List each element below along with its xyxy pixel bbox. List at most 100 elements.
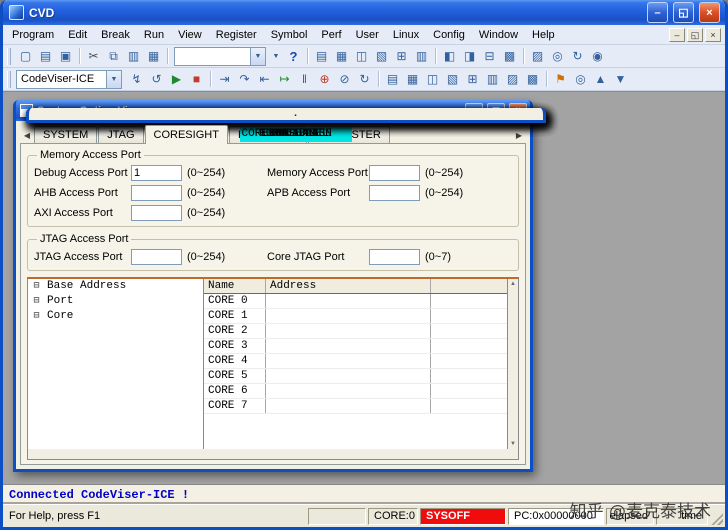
symbol-window-icon[interactable]: ⊞ [463,70,482,89]
target-icon[interactable]: ◎ [571,70,590,89]
connect-icon[interactable]: ↯ [127,70,146,89]
split-window-icon[interactable]: ⊟ [480,47,499,66]
open-folder-icon[interactable]: ▤ [36,47,55,66]
table-row[interactable]: CORE 4 [204,354,507,369]
table-row[interactable]: CORE 7 [204,399,507,414]
restore-button[interactable]: ◱ [673,2,694,23]
memory-access-port-input[interactable] [369,165,420,181]
close-button[interactable]: × [699,2,720,23]
table-row[interactable]: CORE 1 [204,309,507,324]
tree-section-base-address[interactable]: ⊟ Base Address [28,279,203,294]
help-icon[interactable]: ? [284,47,303,66]
go-icon[interactable]: ▶ [167,70,186,89]
cascade-windows-icon[interactable]: ◧ [440,47,459,66]
breakpoint-set-icon[interactable]: ⊕ [315,70,334,89]
stop-icon[interactable]: ■ [187,70,206,89]
step-out-icon[interactable]: ⇤ [255,70,274,89]
options-icon[interactable]: ▨ [528,47,547,66]
tab-scroll-left-icon[interactable] [20,128,34,143]
menu-item[interactable]: Help [525,25,562,44]
paste-icon[interactable]: ▥ [124,47,143,66]
register-view-icon[interactable]: ◫ [352,47,371,66]
code-window-icon[interactable]: ▤ [383,70,402,89]
register-window-icon[interactable]: ◫ [423,70,442,89]
menu-item[interactable]: Linux [386,25,426,44]
column-header-name[interactable]: Name [204,279,266,293]
table-row[interactable]: CORE 6 [204,384,507,399]
chevron-down-icon[interactable] [106,70,121,88]
tab-coresight[interactable]: CORESIGHT [144,125,228,144]
dump-window-icon[interactable]: ▦ [403,70,422,89]
collapse-icon[interactable]: ⊟ [31,309,42,324]
refresh-icon[interactable]: ↻ [568,47,587,66]
menu-item[interactable]: User [349,25,386,44]
menu-item[interactable]: View [171,25,209,44]
ahb-access-port-input[interactable] [131,185,182,201]
watch-window-icon[interactable]: ▧ [443,70,462,89]
symbol-view-icon[interactable]: ⊞ [392,47,411,66]
breakpoint-clear-icon[interactable]: ⊘ [335,70,354,89]
save-icon[interactable]: ▣ [56,47,75,66]
debug-access-port-input[interactable] [131,165,182,181]
resize-grip[interactable] [710,512,723,525]
menu-item[interactable]: Symbol [264,25,315,44]
dropdown-arrow-icon[interactable] [269,47,283,66]
tab-jtag[interactable]: JTAG [98,126,144,143]
tab-scroll-right-icon[interactable] [512,128,526,143]
mdi-close-button[interactable]: × [705,27,721,42]
down-icon[interactable]: ▼ [611,70,630,89]
mdi-restore-button[interactable]: ◱ [687,27,703,42]
vertical-scrollbar[interactable] [507,279,518,449]
memory-view-icon[interactable]: ▦ [332,47,351,66]
collapse-icon[interactable]: ⊟ [31,294,42,309]
title-bar[interactable]: CVD – ◱ × [3,0,725,25]
print-icon[interactable]: ▦ [144,47,163,66]
menu-item[interactable]: Run [137,25,171,44]
symbol-combo[interactable] [174,46,266,66]
menu-item[interactable]: Window [472,25,525,44]
menu-item[interactable]: Config [426,25,472,44]
target-config-icon[interactable]: ◎ [548,47,567,66]
copy-icon[interactable]: ⧉ [104,47,123,66]
step-into-icon[interactable]: ⇥ [215,70,234,89]
info-icon[interactable]: ◉ [588,47,607,66]
column-header-address[interactable]: Address [266,279,431,293]
stack-view-icon[interactable]: ▥ [412,47,431,66]
collapse-icon[interactable]: ⊟ [31,279,42,294]
target-combo[interactable]: CodeViser-ICE [16,69,122,89]
axi-access-port-input[interactable] [131,205,182,221]
tree-section-core[interactable]: ⊟ Core [28,309,203,324]
new-file-icon[interactable]: ▢ [16,47,35,66]
apb-access-port-input[interactable] [369,185,420,201]
menu-item[interactable]: Break [94,25,137,44]
flag-icon[interactable]: ⚑ [551,70,570,89]
command-window-icon[interactable]: ▥ [483,70,502,89]
menu-item[interactable]: Register [209,25,264,44]
table-row[interactable]: CORE 3 [204,339,507,354]
layout-icon[interactable]: ▩ [500,47,519,66]
step-over-icon[interactable]: ↷ [235,70,254,89]
table-row[interactable]: CORE 2 [204,324,507,339]
jtag-access-port-input[interactable] [131,249,182,265]
chevron-down-icon[interactable] [250,47,265,65]
tile-windows-icon[interactable]: ◨ [460,47,479,66]
minimize-button[interactable]: – [647,2,668,23]
tree-section-port[interactable]: ⊟ Port [28,294,203,309]
mdi-minimize-button[interactable]: – [669,27,685,42]
run-to-cursor-icon[interactable]: ↦ [275,70,294,89]
toolbar-grip[interactable] [7,47,11,65]
core-jtag-port-input[interactable] [369,249,420,265]
menu-item[interactable]: Program [5,25,61,44]
up-icon[interactable]: ▲ [591,70,610,89]
tab-system[interactable]: SYSTEM [34,126,98,143]
watch-view-icon[interactable]: ▧ [372,47,391,66]
menu-item[interactable]: Perf [314,25,348,44]
terminal-window-icon[interactable]: ▩ [523,70,542,89]
source-view-icon[interactable]: ▤ [312,47,331,66]
halt-icon[interactable]: ‖ [295,70,314,89]
toolbar-grip[interactable] [7,70,11,88]
table-row[interactable]: CORE 5 [204,369,507,384]
restart-icon[interactable]: ↻ [355,70,374,89]
reset-icon[interactable]: ↺ [147,70,166,89]
cut-icon[interactable]: ✂ [84,47,103,66]
